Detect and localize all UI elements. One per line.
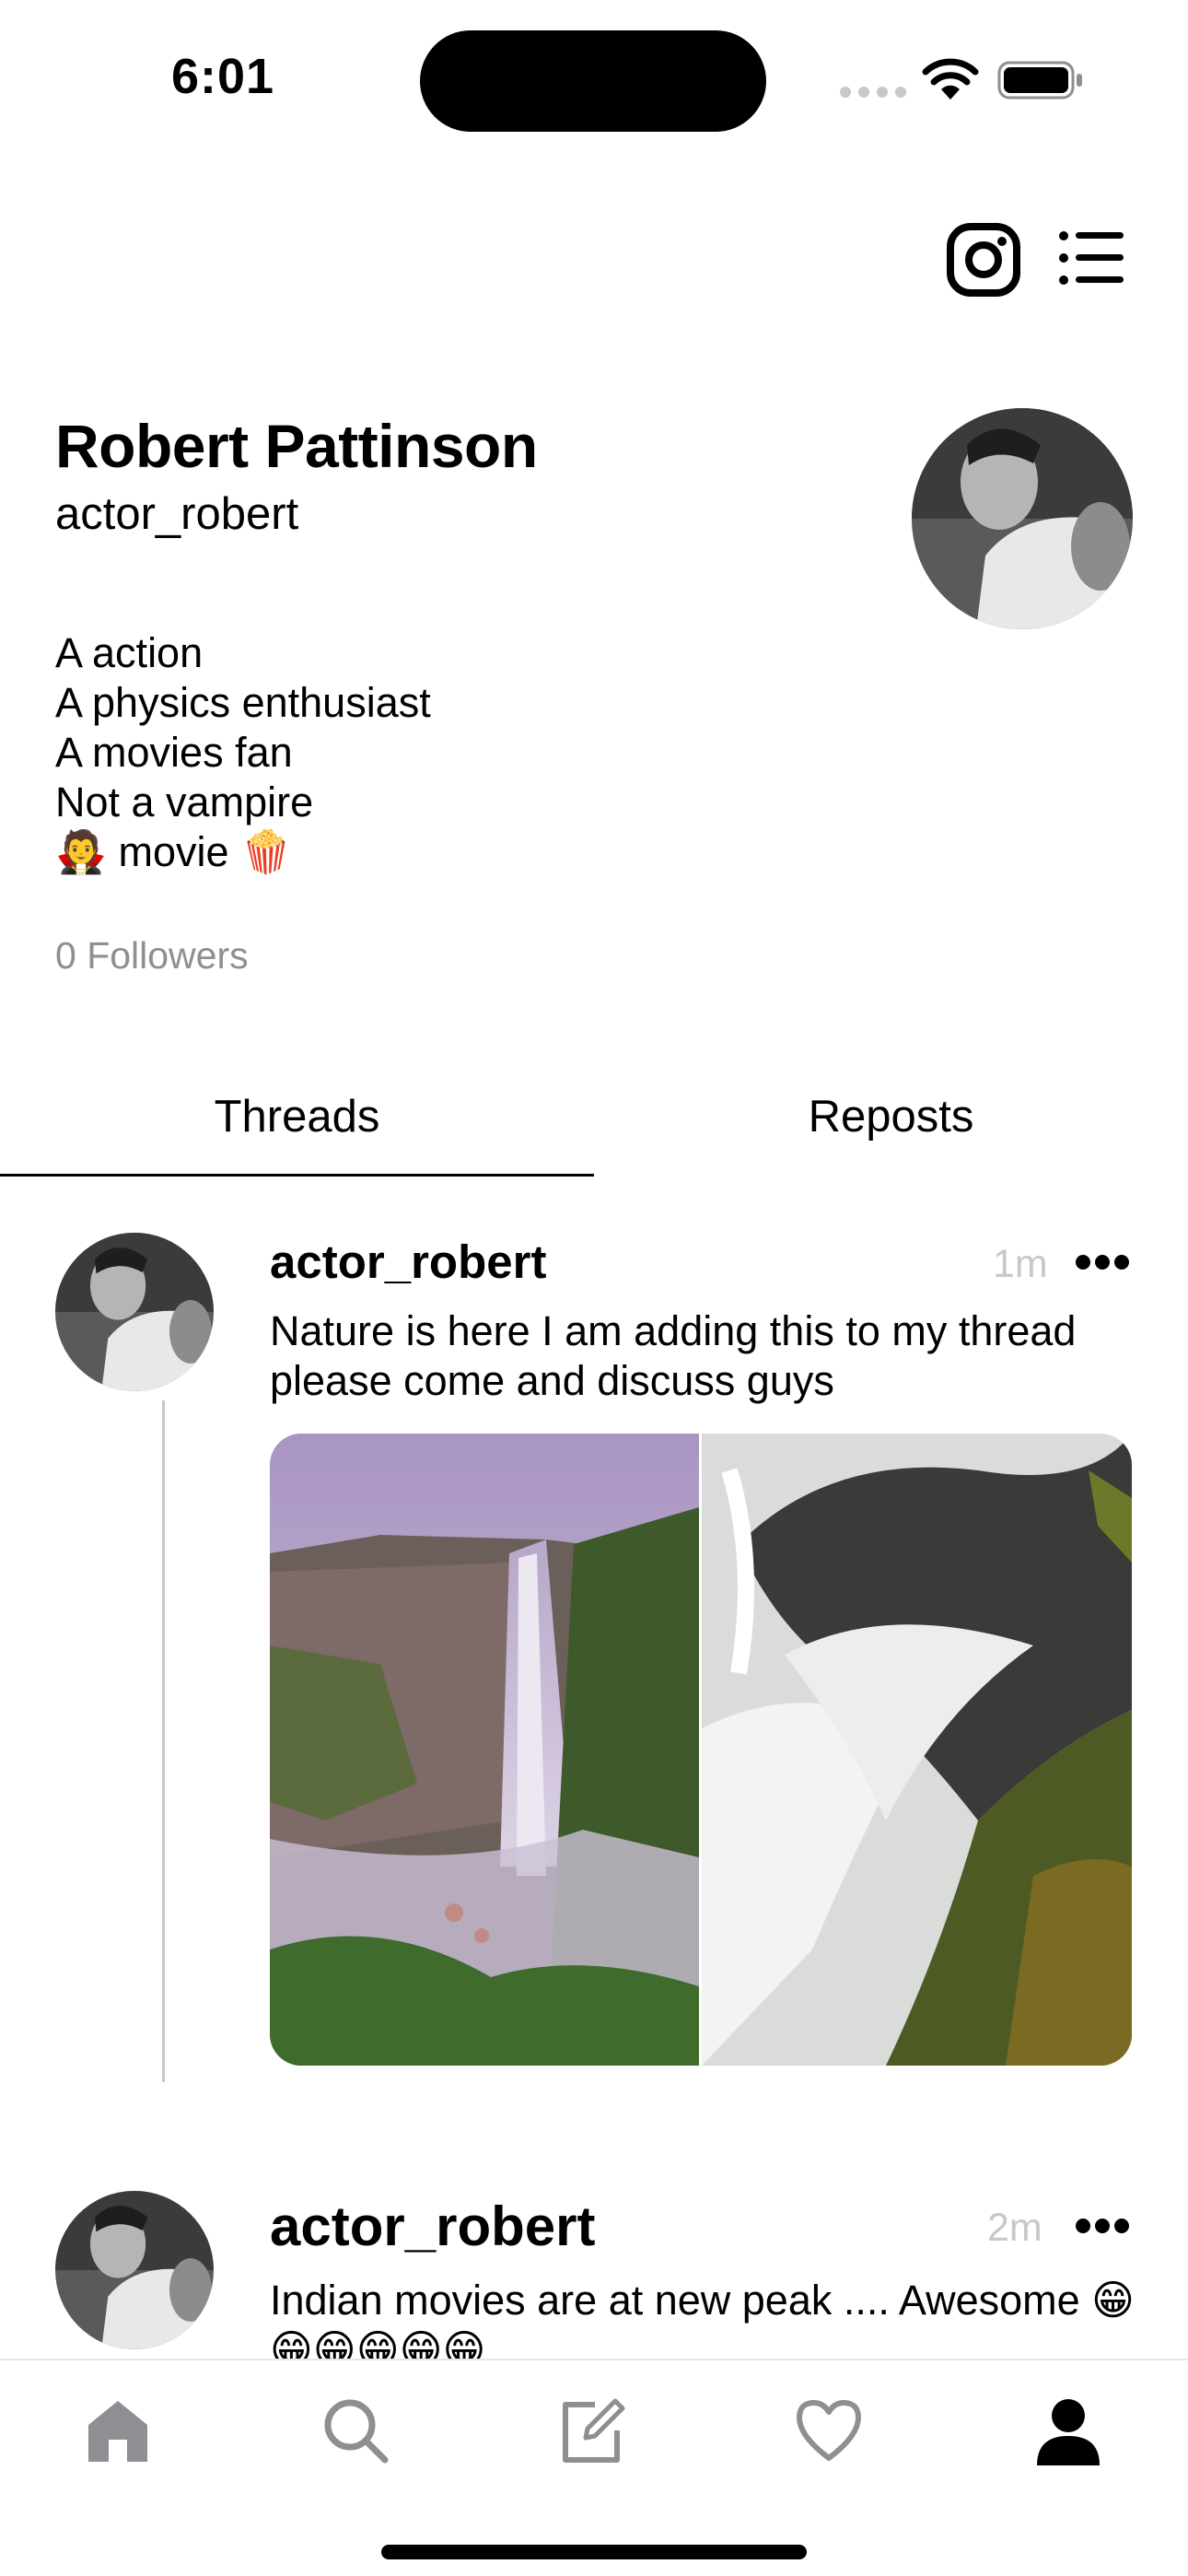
profile-avatar[interactable] — [912, 408, 1133, 629]
compose-icon[interactable] — [554, 2394, 628, 2467]
profile-icon[interactable] — [1031, 2394, 1105, 2467]
bio-line: A movies fan — [55, 729, 293, 776]
post-username[interactable]: actor_robert — [270, 2195, 595, 2258]
post-image-waterfall-cliff[interactable] — [270, 1434, 699, 2066]
bio-line: Not a vampire — [55, 779, 314, 825]
dynamic-island — [420, 30, 766, 132]
tab-selected-indicator — [0, 1174, 594, 1177]
heart-icon[interactable] — [792, 2394, 866, 2467]
more-options-icon[interactable] — [1074, 2217, 1131, 2235]
post-text: Nature is here I am adding this to my th… — [270, 1307, 1077, 1404]
status-bar: 6:01 — [0, 0, 1188, 157]
profile-name: Robert Pattinson — [55, 412, 538, 480]
post-image-waterfall-rocks[interactable] — [702, 1434, 1132, 2066]
post-avatar[interactable] — [55, 2191, 214, 2349]
followers-count[interactable]: 0 Followers — [55, 934, 249, 978]
home-icon[interactable] — [81, 2394, 155, 2467]
wifi-icon — [922, 58, 979, 100]
menu-icon[interactable] — [1057, 228, 1124, 287]
tab-threads[interactable]: Threads — [0, 1091, 594, 1142]
bio-line: A physics enthusiast — [55, 679, 431, 726]
post-avatar[interactable] — [55, 1233, 214, 1391]
profile-bio: A action A physics enthusiast A movies f… — [55, 628, 431, 877]
tab-reposts[interactable]: Reposts — [594, 1091, 1188, 1142]
bottom-tab-bar — [0, 2359, 1188, 2576]
post-username[interactable]: actor_robert — [270, 1235, 546, 1289]
bio-line: 🧛 movie 🍿 — [55, 828, 293, 875]
battery-icon — [997, 61, 1082, 100]
cellular-signal-icon — [840, 87, 906, 98]
profile-handle: actor_robert — [55, 489, 299, 539]
home-indicator — [381, 2545, 807, 2559]
bio-line: A action — [55, 629, 204, 676]
more-options-icon[interactable] — [1074, 1253, 1131, 1271]
thread-line — [162, 1400, 165, 2082]
instagram-icon[interactable] — [947, 223, 1020, 297]
search-icon[interactable] — [319, 2394, 392, 2467]
post-timestamp: 2m — [987, 2206, 1042, 2250]
post-timestamp: 1m — [993, 1242, 1048, 1286]
status-time: 6:01 — [171, 49, 275, 104]
